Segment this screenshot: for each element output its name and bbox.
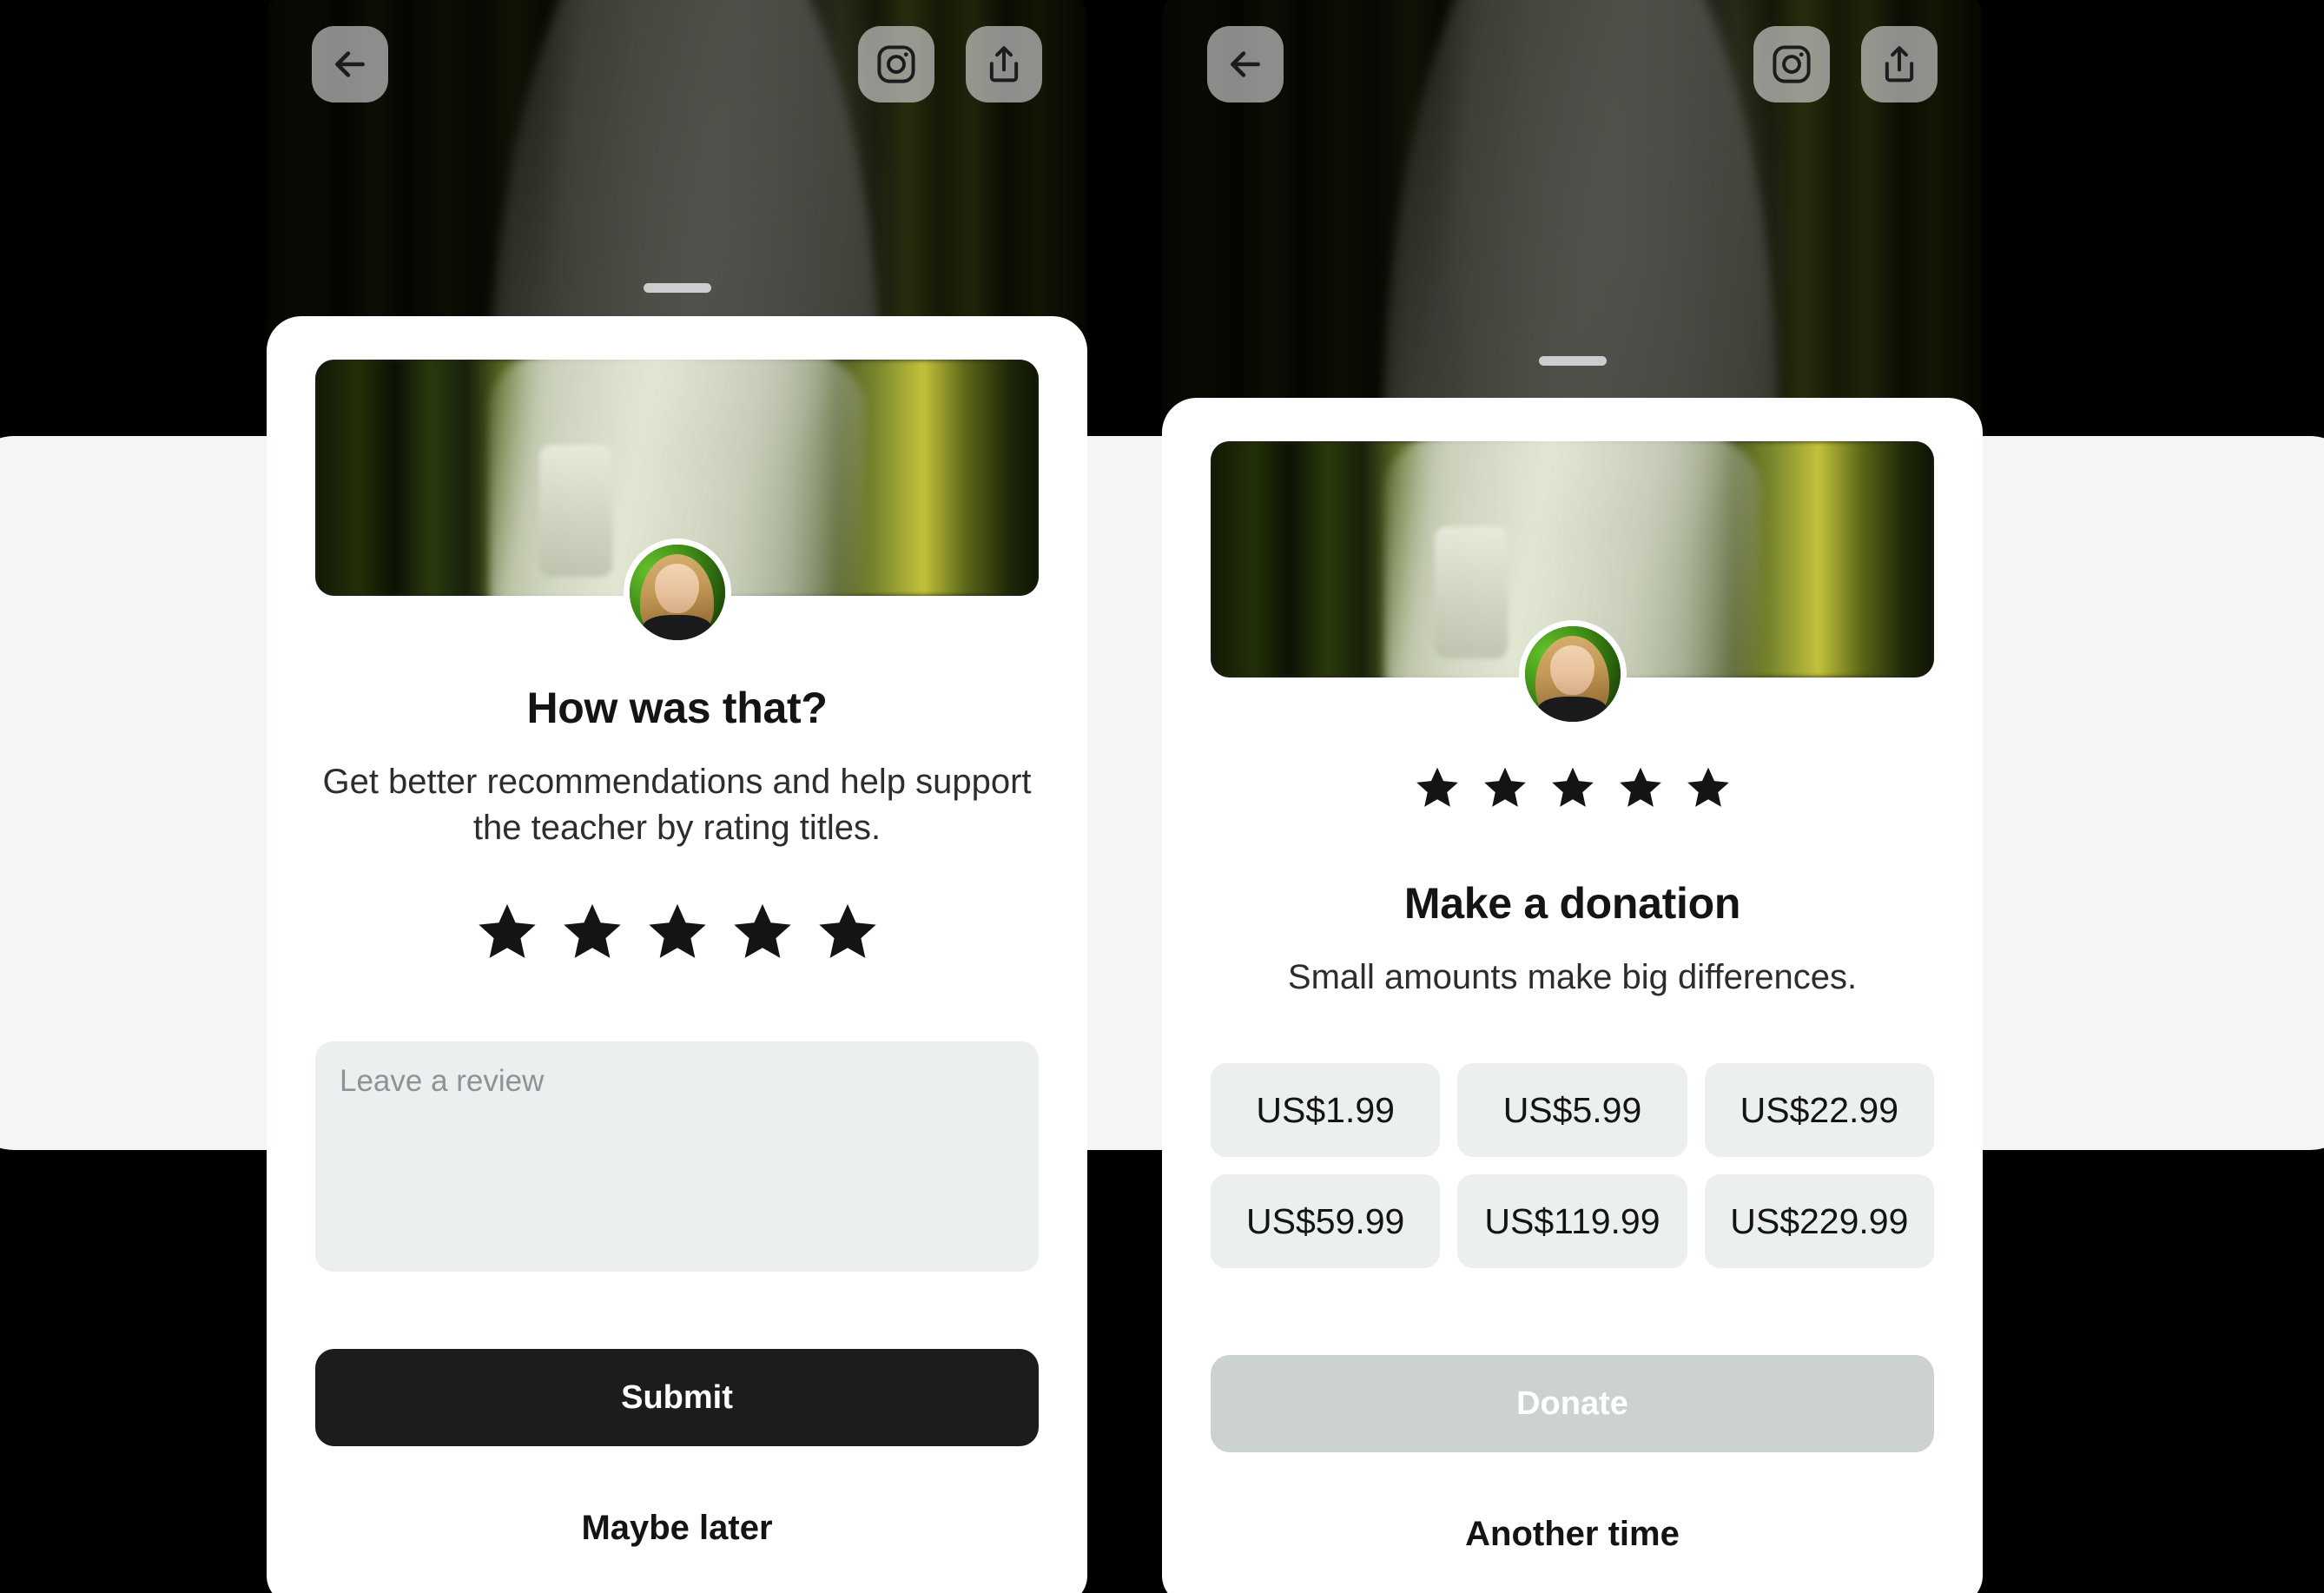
star-icon[interactable] — [730, 900, 795, 968]
title-thumbnail-wrap — [1211, 441, 1934, 728]
instagram-button[interactable] — [858, 26, 934, 102]
rating-stars[interactable] — [1211, 764, 1934, 816]
teacher-avatar[interactable] — [1518, 620, 1627, 728]
submit-button[interactable]: Submit — [315, 1349, 1039, 1447]
rating-bottom-sheet: How was that? Get better recommendations… — [267, 316, 1087, 1593]
donation-bottom-sheet: Make a donation Small amounts make big d… — [1162, 398, 1983, 1593]
review-input[interactable] — [315, 1041, 1039, 1272]
star-icon[interactable] — [560, 900, 624, 968]
arrow-left-icon — [328, 43, 372, 86]
star-icon[interactable] — [1414, 764, 1461, 816]
instagram-icon — [1770, 43, 1813, 86]
back-button[interactable] — [1207, 26, 1284, 102]
share-icon — [982, 43, 1026, 86]
teacher-avatar[interactable] — [623, 539, 731, 646]
donation-amount-option[interactable]: US$22.99 — [1704, 1063, 1934, 1158]
screenshot-stage: How was that? Get better recommendations… — [0, 0, 2324, 1593]
star-icon[interactable] — [475, 900, 539, 968]
sheet-drag-handle[interactable] — [643, 283, 711, 293]
star-icon[interactable] — [1617, 764, 1664, 816]
instagram-icon — [875, 43, 918, 86]
star-icon[interactable] — [815, 900, 880, 968]
phone-screen-rating: How was that? Get better recommendations… — [267, 0, 1087, 1593]
sheet-title: How was that? — [526, 684, 828, 732]
rating-stars[interactable] — [315, 900, 1039, 968]
star-icon[interactable] — [645, 900, 710, 968]
star-icon[interactable] — [1482, 764, 1528, 816]
share-button[interactable] — [1861, 26, 1938, 102]
maybe-later-button[interactable]: Maybe later — [315, 1509, 1039, 1548]
donation-amount-option[interactable]: US$5.99 — [1457, 1063, 1687, 1158]
another-time-button[interactable]: Another time — [1211, 1515, 1934, 1554]
donation-amount-option[interactable]: US$119.99 — [1457, 1174, 1687, 1269]
back-button[interactable] — [312, 26, 388, 102]
arrow-left-icon — [1224, 43, 1267, 86]
title-thumbnail-wrap — [315, 360, 1039, 646]
share-icon — [1878, 43, 1921, 86]
star-icon[interactable] — [1549, 764, 1596, 816]
share-button[interactable] — [966, 26, 1042, 102]
phone-screen-donation: Make a donation Small amounts make big d… — [1162, 0, 1983, 1593]
sheet-subtitle: Get better recommendations and help supp… — [322, 763, 1032, 848]
sheet-subtitle: Small amounts make big differences. — [1287, 958, 1858, 996]
sheet-title: Make a donation — [1403, 879, 1741, 928]
donation-amount-option[interactable]: US$59.99 — [1211, 1174, 1441, 1269]
instagram-button[interactable] — [1753, 26, 1830, 102]
donation-amount-option[interactable]: US$229.99 — [1704, 1174, 1934, 1269]
donate-button[interactable]: Donate — [1211, 1355, 1934, 1453]
donation-amount-option[interactable]: US$1.99 — [1211, 1063, 1441, 1158]
donation-amount-grid: US$1.99 US$5.99 US$22.99 US$59.99 US$119… — [1211, 1063, 1934, 1269]
star-icon[interactable] — [1685, 764, 1732, 816]
sheet-drag-handle[interactable] — [1538, 356, 1607, 366]
